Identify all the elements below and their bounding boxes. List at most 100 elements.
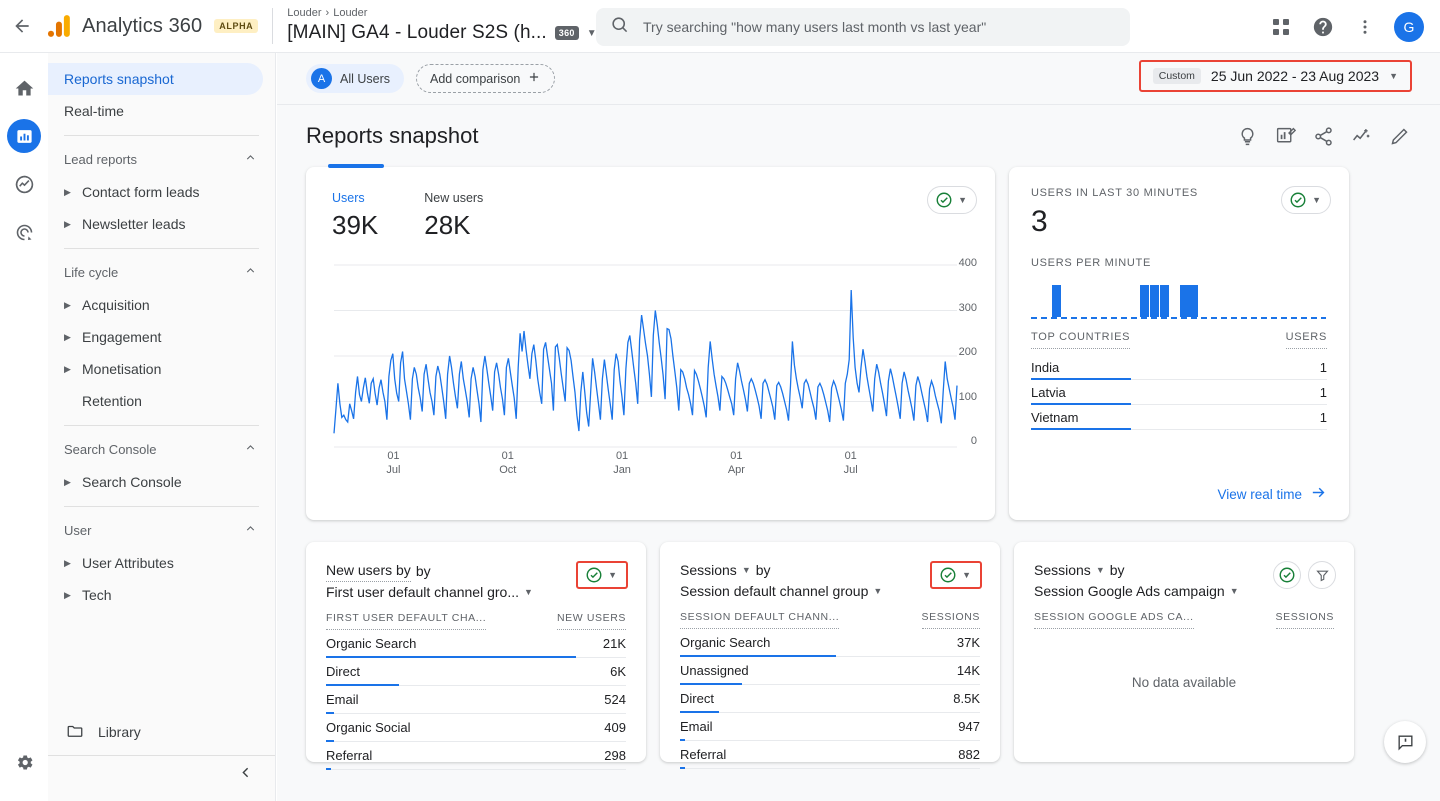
table-header: FIRST USER DEFAULT CHA... NEW USERS [326,612,626,630]
apps-grid-icon[interactable] [1262,8,1300,46]
breadcrumb-property: Louder [333,7,368,19]
chevron-right-icon: ▶ [64,186,71,197]
chevron-up-icon [244,151,257,167]
row-dimension: Vietnam [1031,409,1079,425]
table-row[interactable]: Vietnam 1 [1031,405,1327,430]
chevron-down-icon: ▼ [958,195,967,205]
sidebar-item-reports-snapshot[interactable]: Reports snapshot [48,63,263,95]
table-row[interactable]: Unassigned 14K [680,657,980,685]
chevron-down-icon[interactable]: ▼ [873,581,882,602]
avatar[interactable]: G [1394,11,1424,42]
table-row[interactable]: Organic Search 21K [326,630,626,658]
edit-pencil-icon[interactable] [1387,124,1411,148]
divider [64,425,259,426]
sidebar-section-lead-reports[interactable]: Lead reports [48,142,275,176]
property-selector[interactable]: Louder › Louder [MAIN] GA4 - Louder S2S … [287,6,596,46]
explore-icon[interactable] [7,167,41,201]
table-row[interactable]: Email 524 [326,686,626,714]
table-row[interactable]: Organic Search 37K [680,629,980,657]
sidebar-item-engagement[interactable]: ▶ Engagement [64,321,263,353]
users-per-minute-label: USERS PER MINUTE [1031,257,1151,269]
back-button[interactable] [0,0,44,53]
table-row[interactable]: Organic Social 409 [326,714,626,742]
date-range-picker[interactable]: Custom 25 Jun 2022 - 23 Aug 2023 ▼ [1138,60,1412,92]
sidebar-item-label: Reports snapshot [64,71,174,87]
sidebar-item-monetisation[interactable]: ▶ Monetisation [64,353,263,385]
add-comparison-button[interactable]: Add comparison [416,64,556,93]
chart-x-tick: 01 Jan [604,449,640,477]
table-row[interactable]: Direct 8.5K [680,685,980,713]
admin-settings-icon[interactable] [7,745,41,779]
view-real-time-link[interactable]: View real time [1217,484,1327,504]
sidebar-item-newsletter-leads[interactable]: ▶ Newsletter leads [64,208,263,240]
table-row[interactable]: India 1 [1031,355,1327,380]
sidebar-collapse-button[interactable] [48,755,275,793]
property-title: [MAIN] GA4 - Louder S2S (h... [287,22,547,43]
data-quality-pill[interactable]: ▼ [576,561,628,589]
realtime-card: ▼ USERS IN LAST 30 MINUTES 3 USERS PER M… [1009,167,1349,520]
sidebar-section-search-console[interactable]: Search Console [48,432,275,466]
row-metric: 947 [958,719,980,734]
chart-y-tick: 0 [970,435,977,447]
comparison-chip-all-users[interactable]: A All Users [306,64,405,93]
sidebar-item-retention[interactable]: Retention [64,385,263,417]
users-per-minute-bar [1150,285,1159,317]
metric-new-users[interactable]: New users 28K [424,189,483,243]
data-ok-check-icon [1289,191,1307,209]
chart-x-tick-day: 01 [615,450,629,462]
sidebar-item-label: Library [98,724,141,740]
advertising-icon[interactable] [7,215,41,249]
chart-x-tick-month: Jan [613,464,631,476]
trend-analysis-icon[interactable] [1349,124,1373,148]
sidebar-item-acquisition[interactable]: ▶ Acquisition [64,289,263,321]
brand-block[interactable]: Analytics 360 ALPHA [44,13,259,39]
badge-360: 360 [554,26,579,40]
table-row[interactable]: Referral 882 [680,741,980,769]
data-ok-check-icon[interactable] [1273,561,1301,589]
table-row[interactable]: Direct 6K [326,658,626,686]
sidebar-item-label: Retention [82,393,142,409]
sidebar-item-tech[interactable]: ▶ Tech [64,579,263,611]
chevron-down-icon[interactable]: ▼ [524,582,533,603]
customise-report-icon[interactable] [1273,124,1297,148]
sidebar-section-life-cycle[interactable]: Life cycle [48,255,275,289]
sidebar-item-contact-form-leads[interactable]: ▶ Contact form leads [64,176,263,208]
top-countries-table: TOP COUNTRIES USERS India 1 Latvia 1 Vietnam… [1031,331,1327,430]
data-quality-pill[interactable]: ▼ [930,561,982,589]
users-overview-card: ▼ Users 39K New users 28K 400 300 200 100 0 [306,164,995,520]
chart-x-tick: 01 Jul [375,449,411,477]
column-header-metric: SESSIONS [921,611,980,629]
more-options-icon[interactable] [1346,8,1384,46]
card-by-label: by [1109,562,1125,578]
data-quality-pill[interactable]: ▼ [927,186,977,214]
table-row[interactable]: Referral 298 [326,742,626,770]
metric-label: New users [424,191,484,205]
sidebar-item-real-time[interactable]: Real-time [48,95,263,127]
share-icon[interactable] [1311,124,1335,148]
metric-users[interactable]: Users 39K [332,189,378,243]
sidebar-item-label: Contact form leads [82,184,200,200]
table-row[interactable]: Email 947 [680,713,980,741]
table-row[interactable]: Latvia 1 [1031,380,1327,405]
chevron-down-icon[interactable]: ▼ [1230,581,1239,602]
row-dimension: Email [680,719,713,734]
search-input[interactable] [643,19,1116,35]
chart-baseline [1031,317,1326,319]
reports-icon[interactable] [7,119,41,153]
sidebar-item-user-attributes[interactable]: ▶ User Attributes [64,547,263,579]
sidebar-item-search-console[interactable]: ▶ Search Console [64,466,263,498]
sidebar-item-label: Real-time [64,103,124,119]
sidebar-item-library[interactable]: Library [48,715,275,749]
column-header-dimension: TOP COUNTRIES [1031,331,1131,349]
home-icon[interactable] [7,71,41,105]
insights-lightbulb-icon[interactable] [1235,124,1259,148]
chevron-down-icon[interactable]: ▼ [742,560,751,581]
search-bar[interactable] [596,8,1130,46]
help-icon[interactable] [1304,8,1342,46]
sidebar-section-user[interactable]: User [48,513,275,547]
filter-funnel-icon[interactable] [1308,561,1336,589]
data-quality-pill[interactable]: ▼ [1281,186,1331,214]
chart-y-axis-labels: 400 300 200 100 0 [947,257,977,447]
feedback-button[interactable] [1384,721,1426,763]
chevron-down-icon[interactable]: ▼ [1096,560,1105,581]
